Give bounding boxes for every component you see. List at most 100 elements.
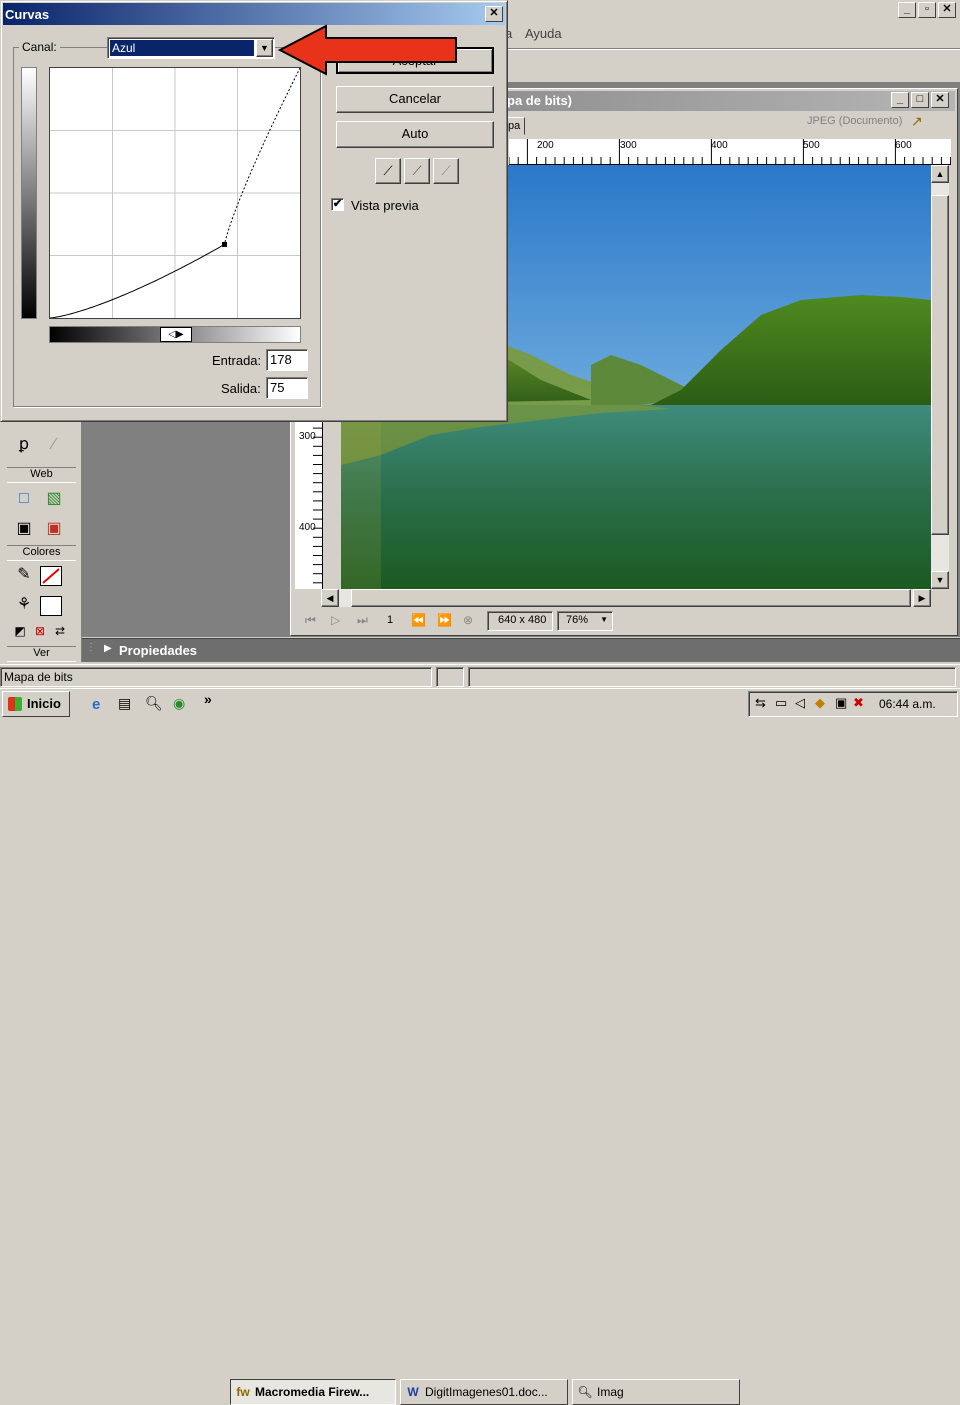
last-frame-icon[interactable]: ⏭ bbox=[357, 613, 368, 628]
status-pane-wide bbox=[468, 667, 956, 687]
zoom-select[interactable]: 76% ▼ bbox=[557, 611, 613, 631]
curve-line bbox=[49, 245, 223, 319]
monitor-icon[interactable]: ▭ bbox=[775, 695, 787, 711]
next-frame-icon[interactable]: ⏩ bbox=[437, 613, 452, 627]
play-icon[interactable]: ▷ bbox=[331, 613, 340, 627]
gradient-toggle[interactable]: ◁▶ bbox=[160, 327, 192, 342]
app-minimize-button[interactable]: _ bbox=[898, 2, 916, 18]
no-color-icon bbox=[42, 568, 60, 584]
swap-colors-icon[interactable]: ⇄ bbox=[48, 620, 72, 642]
volume-icon[interactable]: ◁ bbox=[795, 695, 805, 711]
start-button[interactable]: Inicio bbox=[2, 691, 70, 717]
expand-icon: ▶ bbox=[104, 643, 112, 654]
input-label: Entrada: bbox=[212, 353, 262, 368]
section-view: Ver bbox=[7, 646, 76, 662]
preview-checkbox[interactable]: ✔ bbox=[331, 198, 344, 211]
brush-tool-icon[interactable]: ⁄ bbox=[42, 434, 66, 456]
task-fireworks[interactable]: fw Macromedia Firew... bbox=[230, 1379, 396, 1405]
prev-frame-icon[interactable]: ⏪ bbox=[411, 613, 426, 627]
app-statusbar: Mapa de bits bbox=[0, 664, 960, 688]
status-text: Mapa de bits bbox=[0, 667, 432, 687]
input-field[interactable]: 178 bbox=[266, 349, 308, 371]
ruler-label: 200 bbox=[537, 140, 554, 151]
output-value: 75 bbox=[270, 380, 285, 395]
scroll-right-button[interactable]: ▶ bbox=[913, 589, 931, 607]
scroll-left-button[interactable]: ◀ bbox=[321, 589, 339, 607]
task-label: Macromedia Firew... bbox=[255, 1385, 370, 1399]
white-eyedropper-button[interactable]: ⟋ bbox=[433, 158, 459, 184]
vertical-scrollbar[interactable]: ▲ ▼ bbox=[931, 165, 949, 589]
word-icon: W bbox=[407, 1385, 419, 1399]
scroll-h-thumb[interactable] bbox=[351, 589, 911, 607]
status-pane bbox=[436, 667, 464, 687]
quicklaunch-ie-icon[interactable]: e bbox=[92, 696, 100, 713]
cancel-label: Cancelar bbox=[388, 91, 442, 106]
document-statusbar: ⏮ ▷ ⏭ 1 ⏪ ⏩ ⊗ 640 x 480 76% ▼ bbox=[295, 611, 955, 633]
security-icon[interactable]: ◆ bbox=[815, 695, 825, 711]
gray-eyedropper-button[interactable]: ⟋ bbox=[404, 158, 430, 184]
fill-bucket-icon[interactable]: ⚘ bbox=[12, 594, 36, 616]
doc-close-button[interactable]: ✕ bbox=[931, 92, 949, 108]
curve-control-point bbox=[222, 241, 228, 247]
show-slices-icon[interactable]: ▣ bbox=[42, 518, 66, 540]
chevron-down-icon: ▼ bbox=[600, 615, 608, 624]
output-gradient-bar bbox=[21, 67, 37, 319]
scroll-thumb[interactable] bbox=[931, 195, 949, 535]
document-format: JPEG (Documento) bbox=[807, 115, 903, 127]
menu-item-help[interactable]: Ayuda bbox=[525, 26, 562, 41]
task-label: DigitImagenes01.doc... bbox=[425, 1385, 548, 1399]
channel-value: Azul bbox=[110, 40, 254, 56]
black-eyedropper-button[interactable]: ⟋ bbox=[375, 158, 401, 184]
hotspot-tool-icon[interactable]: □ bbox=[12, 488, 36, 510]
cancel-button[interactable]: Cancelar bbox=[336, 86, 494, 113]
preview-in-browser-icon[interactable]: ↗ bbox=[911, 113, 935, 131]
stroke-color-icon[interactable]: ✎ bbox=[12, 564, 36, 586]
lasso-tool-icon[interactable]: ꝑ bbox=[12, 434, 36, 456]
preview-label: Vista previa bbox=[351, 198, 419, 213]
clock[interactable]: 06:44 a.m. bbox=[879, 697, 936, 711]
fill-swatch[interactable] bbox=[40, 596, 62, 616]
task-images-folder[interactable]: 🔍︎ Imag bbox=[572, 1379, 740, 1405]
scroll-up-button[interactable]: ▲ bbox=[931, 165, 949, 183]
auto-button[interactable]: Auto bbox=[336, 121, 494, 148]
dialog-title: Curvas bbox=[5, 7, 50, 22]
dialog-titlebar: Curvas bbox=[3, 3, 505, 25]
document-title: pa de bits) bbox=[507, 93, 573, 108]
input-value: 178 bbox=[270, 352, 292, 367]
document-tab[interactable]: pa bbox=[505, 117, 525, 135]
hide-slices-icon[interactable]: ▣ bbox=[12, 518, 36, 540]
stop-icon[interactable]: ⊗ bbox=[463, 613, 473, 627]
doc-maximize-button[interactable]: □ bbox=[911, 92, 929, 108]
tray-app-icon[interactable]: ▣ bbox=[835, 695, 847, 711]
eyedropper-icon: ⟋ bbox=[412, 163, 422, 178]
curve-line-dashed bbox=[224, 67, 301, 243]
quicklaunch-desktop-icon[interactable]: ▤ bbox=[118, 695, 131, 712]
app-close-button[interactable]: ✕ bbox=[938, 2, 956, 18]
task-label: Imag bbox=[597, 1385, 624, 1399]
doc-minimize-button[interactable]: _ bbox=[891, 92, 909, 108]
properties-bar[interactable]: ⋮ ▶ Propiedades bbox=[82, 638, 960, 662]
network-icon[interactable]: ⇆ bbox=[755, 695, 766, 711]
quicklaunch-search-icon[interactable]: 🔍︎ bbox=[145, 695, 163, 712]
annotation-arrow-icon bbox=[278, 24, 457, 76]
chevron-down-icon[interactable]: ▼ bbox=[256, 39, 273, 57]
task-word-doc[interactable]: W DigitImagenes01.doc... bbox=[400, 1379, 568, 1405]
eyedropper-icon: ⟋ bbox=[441, 163, 451, 178]
stroke-swatch[interactable] bbox=[40, 566, 62, 586]
quicklaunch-media-icon[interactable]: ◉ bbox=[173, 695, 185, 712]
output-field[interactable]: 75 bbox=[266, 377, 308, 399]
scroll-down-button[interactable]: ▼ bbox=[931, 571, 949, 589]
quicklaunch-more-icon[interactable]: » bbox=[204, 691, 212, 707]
first-frame-icon[interactable]: ⏮ bbox=[305, 613, 316, 628]
curve-graph[interactable] bbox=[49, 67, 301, 319]
dialog-close-button[interactable]: ✕ bbox=[485, 6, 503, 22]
curve-plot bbox=[49, 67, 301, 319]
horizontal-scrollbar[interactable]: ◀ ▶ bbox=[321, 589, 931, 607]
ruler-left: 300 400 bbox=[295, 419, 323, 589]
ruler-label: 300 bbox=[299, 431, 316, 442]
slice-tool-icon[interactable]: ▧ bbox=[42, 488, 66, 510]
system-tray: ⇆ ▭ ◁ ◆ ▣ ✖ 06:44 a.m. bbox=[748, 691, 958, 717]
channel-select[interactable]: Azul ▼ bbox=[107, 37, 275, 59]
tray-alert-icon[interactable]: ✖ bbox=[853, 695, 864, 711]
app-restore-button[interactable]: ▫ bbox=[918, 2, 936, 18]
